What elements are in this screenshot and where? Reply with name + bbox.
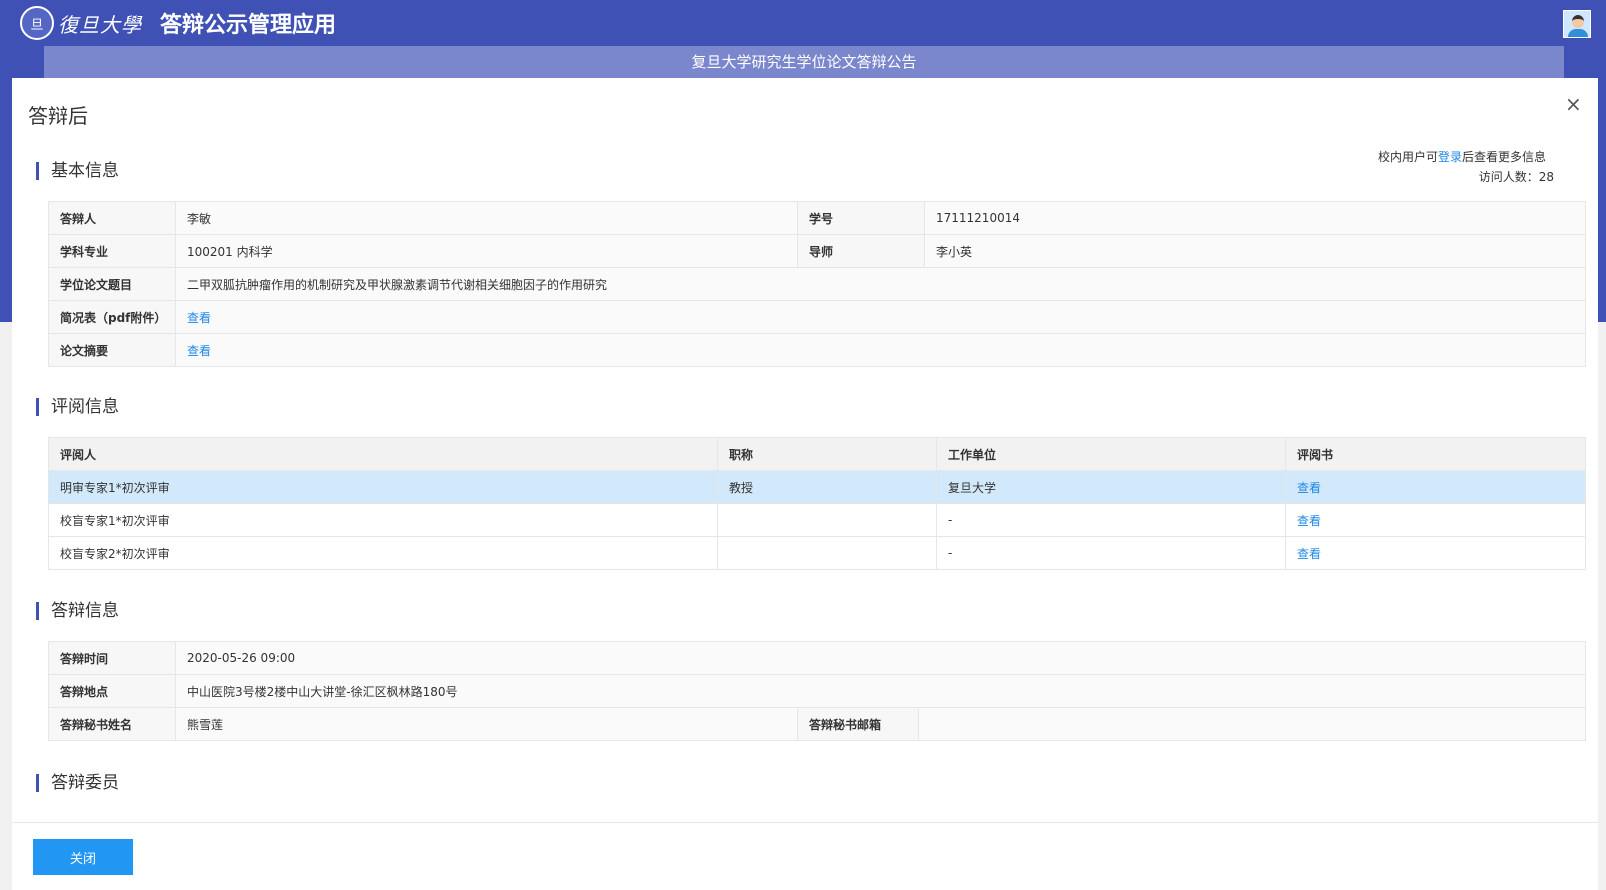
table-row[interactable]: 校盲专家1*初次评审 - 查看 (48, 503, 1586, 537)
table-row[interactable]: 校盲专家2*初次评审 - 查看 (48, 536, 1586, 570)
defense-place-label: 答辩地点 (48, 674, 176, 708)
respondent-label: 答辩人 (48, 201, 176, 235)
table-row: 学科专业 100201 内科学 导师 李小英 (48, 234, 1586, 268)
table-row: 答辩地点 中山医院3号楼2楼中山大讲堂-徐汇区枫林路180号 (48, 674, 1586, 708)
defense-time-label: 答辩时间 (48, 641, 176, 675)
col-header-rank: 职称 (717, 437, 937, 471)
table-row: 答辩人 李敏 学号 17111210014 (48, 201, 1586, 235)
announcement-bar: 复旦大学研究生学位论文答辩公告 (44, 46, 1564, 78)
modal-title: 答辩后 (28, 104, 88, 128)
defense-info-table: 答辩时间 2020-05-26 09:00 答辩地点 中山医院3号楼2楼中山大讲… (48, 641, 1586, 741)
table-row: 答辩时间 2020-05-26 09:00 (48, 641, 1586, 675)
table-header-row: 评阅人 职称 工作单位 评阅书 (48, 437, 1586, 471)
defense-detail-modal: 答辩后 × 校内用户可登录后查看更多信息 访问人数：28 基本信息 答辩人 李敏… (12, 78, 1598, 890)
secretary-name-label: 答辩秘书姓名 (48, 707, 176, 741)
major-value: 100201 内科学 (175, 234, 798, 268)
close-icon[interactable]: × (1565, 92, 1582, 116)
advisor-label: 导师 (797, 234, 925, 268)
reviewer-rank (717, 536, 937, 570)
table-row: 学位论文题目 二甲双胍抗肿瘤作用的机制研究及甲状腺激素调节代谢相关细胞因子的作用… (48, 267, 1586, 301)
university-name: 復旦大學 (58, 12, 142, 37)
col-header-reviewer: 评阅人 (48, 437, 718, 471)
table-row: 答辩秘书姓名 熊雪莲 答辩秘书邮箱 (48, 707, 1586, 741)
login-tip-suffix: 后查看更多信息 (1461, 150, 1546, 164)
section-basic-info: 基本信息 (36, 162, 119, 180)
major-label: 学科专业 (48, 234, 176, 268)
login-tip-prefix: 校内用户可 (1377, 150, 1438, 164)
reviewer-name: 明审专家1*初次评审 (48, 470, 718, 504)
secretary-email-label: 答辩秘书邮箱 (797, 707, 919, 741)
col-header-review-doc: 评阅书 (1285, 437, 1586, 471)
reviewer-name: 校盲专家1*初次评审 (48, 503, 718, 537)
reviewer-name: 校盲专家2*初次评审 (48, 536, 718, 570)
table-row: 简况表（pdf附件） 查看 (48, 300, 1586, 334)
student-id-value: 17111210014 (924, 201, 1586, 235)
section-review-info: 评阅信息 (36, 398, 119, 416)
modal-footer: 关闭 (12, 822, 1598, 890)
review-doc-view-link[interactable]: 查看 (1297, 514, 1321, 528)
university-logo: 旦 復旦大學 答辩公示管理应用 (20, 6, 336, 40)
table-row: 论文摘要 查看 (48, 333, 1586, 367)
advisor-value: 李小英 (924, 234, 1586, 268)
review-doc-view-link[interactable]: 查看 (1297, 481, 1321, 495)
reviewer-unit: 复旦大学 (936, 470, 1286, 504)
user-avatar-icon[interactable] (1563, 10, 1591, 38)
defense-time-value: 2020-05-26 09:00 (175, 641, 1586, 675)
close-button[interactable]: 关闭 (33, 839, 133, 875)
thesis-value: 二甲双胍抗肿瘤作用的机制研究及甲状腺激素调节代谢相关细胞因子的作用研究 (175, 267, 1586, 301)
reviewer-unit: - (936, 503, 1286, 537)
university-seal-icon: 旦 (20, 6, 54, 40)
login-link[interactable]: 登录 (1438, 150, 1462, 164)
abstract-view-link[interactable]: 查看 (187, 344, 211, 358)
secretary-email-value (918, 707, 1586, 741)
reviewer-rank: 教授 (717, 470, 937, 504)
reviewer-unit: - (936, 536, 1286, 570)
login-tip: 校内用户可登录后查看更多信息 (1378, 148, 1546, 165)
student-id-label: 学号 (797, 201, 925, 235)
defense-place-value: 中山医院3号楼2楼中山大讲堂-徐汇区枫林路180号 (175, 674, 1586, 708)
section-committee: 答辩委员 (36, 774, 119, 792)
summary-pdf-view-link[interactable]: 查看 (187, 311, 211, 325)
review-table: 评阅人 职称 工作单位 评阅书 明审专家1*初次评审 教授 复旦大学 查看 校盲… (48, 437, 1586, 570)
table-row[interactable]: 明审专家1*初次评审 教授 复旦大学 查看 (48, 470, 1586, 504)
abstract-label: 论文摘要 (48, 333, 176, 367)
visit-count: 访问人数：28 (1478, 170, 1554, 184)
section-defense-info: 答辩信息 (36, 602, 119, 620)
secretary-name-value: 熊雪莲 (175, 707, 798, 741)
app-title: 答辩公示管理应用 (160, 13, 337, 38)
col-header-unit: 工作单位 (936, 437, 1286, 471)
basic-info-table: 答辩人 李敏 学号 17111210014 学科专业 100201 内科学 导师… (48, 201, 1586, 367)
respondent-value: 李敏 (175, 201, 798, 235)
reviewer-rank (717, 503, 937, 537)
thesis-label: 学位论文题目 (48, 267, 176, 301)
review-doc-view-link[interactable]: 查看 (1297, 547, 1321, 561)
summary-pdf-label: 简况表（pdf附件） (48, 300, 176, 334)
